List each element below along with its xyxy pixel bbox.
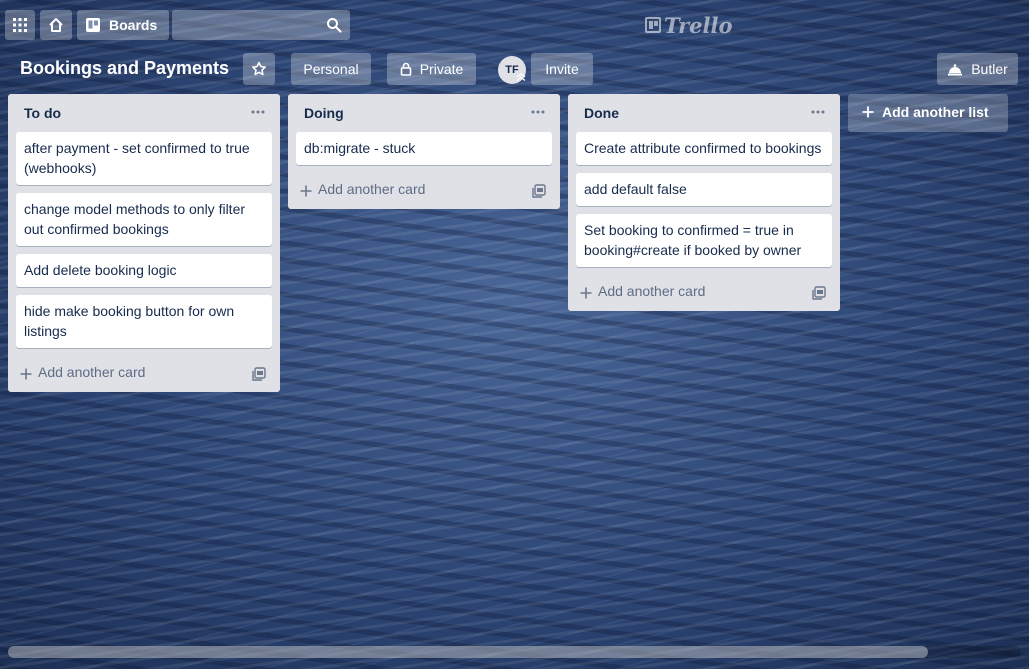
board-header: Bookings and Payments Personal Private T…: [0, 52, 1029, 86]
home-button[interactable]: [40, 10, 72, 40]
privacy-label: Private: [419, 61, 464, 77]
board-title[interactable]: Bookings and Payments: [20, 58, 229, 79]
card[interactable]: add default false: [576, 173, 832, 206]
horizontal-scrollbar[interactable]: [8, 646, 1021, 658]
card-template-icon[interactable]: [812, 286, 826, 300]
list-title[interactable]: Doing: [304, 105, 344, 121]
add-card-button[interactable]: Add another card: [296, 173, 552, 209]
team-visibility-button[interactable]: Personal: [291, 53, 371, 85]
add-list-label: Add another list: [882, 104, 989, 120]
list-title[interactable]: To do: [24, 105, 61, 121]
add-card-button[interactable]: Add another card: [16, 356, 272, 392]
butler-button[interactable]: Butler: [937, 53, 1018, 85]
list-menu-button[interactable]: [806, 102, 830, 122]
card-template-icon[interactable]: [252, 367, 266, 381]
add-list-button[interactable]: Add another list: [848, 94, 1008, 132]
plus-icon: [580, 287, 592, 299]
list-done: Done Create attribute confirmed to booki…: [568, 94, 840, 311]
card[interactable]: Set booking to confirmed = true in booki…: [576, 214, 832, 267]
star-icon: [251, 61, 267, 76]
list-doing: Doing db:migrate - stuck Add another car…: [288, 94, 560, 209]
add-card-button[interactable]: Add another card: [576, 275, 832, 311]
list-menu-button[interactable]: [526, 102, 550, 122]
trello-logo-icon: [645, 17, 661, 33]
boards-label: Boards: [109, 17, 158, 33]
search-box[interactable]: [172, 10, 350, 40]
butler-label: Butler: [971, 61, 1008, 77]
board-icon: [86, 18, 100, 32]
list-menu-button[interactable]: [246, 102, 270, 122]
logo-text: Trello: [664, 12, 733, 38]
list-header: Done: [568, 94, 840, 132]
lock-icon: [400, 62, 412, 76]
card[interactable]: change model methods to only filter out …: [16, 193, 272, 246]
card[interactable]: after payment - set confirmed to true (w…: [16, 132, 272, 185]
invite-button[interactable]: Invite: [531, 53, 593, 85]
card[interactable]: Create attribute confirmed to bookings: [576, 132, 832, 165]
search-icon[interactable]: [326, 17, 342, 33]
list-to-do: To do after payment - set confirmed to t…: [8, 94, 280, 392]
card[interactable]: Add delete booking logic: [16, 254, 272, 287]
card[interactable]: hide make booking button for own listing…: [16, 295, 272, 348]
list-header: To do: [8, 94, 280, 132]
privacy-button[interactable]: Private: [387, 53, 476, 85]
scrollbar-thumb[interactable]: [8, 646, 928, 658]
card[interactable]: db:migrate - stuck: [296, 132, 552, 165]
top-header: Boards Trello: [0, 0, 1029, 50]
add-card-label: Add another card: [318, 181, 426, 197]
card-template-icon[interactable]: [532, 184, 546, 198]
more-options-icon: [251, 110, 265, 114]
more-options-icon: [811, 110, 825, 114]
trello-logo[interactable]: Trello: [645, 12, 733, 38]
plus-icon: [20, 368, 32, 380]
home-icon: [49, 18, 63, 32]
more-options-icon: [531, 110, 545, 114]
add-card-label: Add another card: [598, 283, 706, 299]
grid-icon: [13, 18, 27, 32]
plus-icon: [862, 106, 874, 118]
apps-grid-button[interactable]: [5, 10, 35, 40]
admin-badge-icon: [516, 73, 526, 82]
list-title[interactable]: Done: [584, 105, 619, 121]
list-header: Doing: [288, 94, 560, 132]
plus-icon: [300, 185, 312, 197]
search-input[interactable]: [172, 10, 322, 40]
add-card-label: Add another card: [38, 364, 146, 380]
boards-button[interactable]: Boards: [77, 10, 169, 40]
butler-bell-icon: [948, 64, 963, 76]
star-button[interactable]: [243, 53, 275, 85]
